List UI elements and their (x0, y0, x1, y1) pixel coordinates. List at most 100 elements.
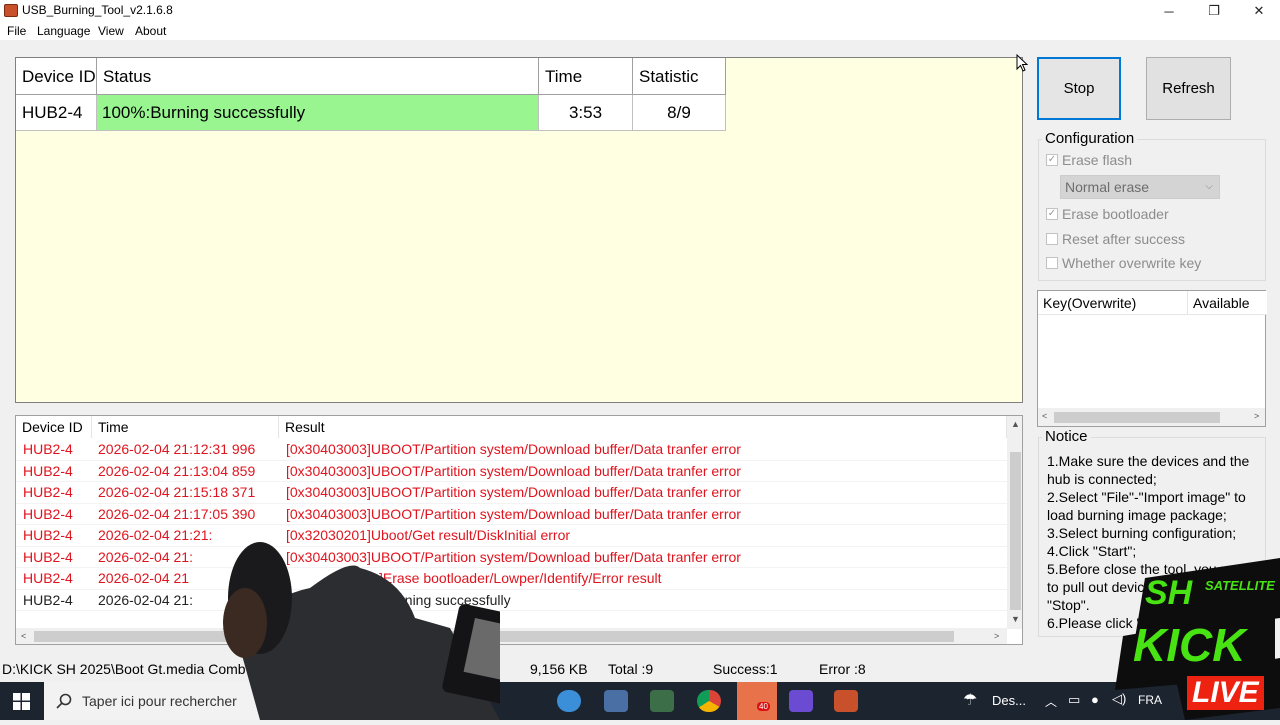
grid-cell-device[interactable]: HUB2-4 (16, 95, 97, 131)
usb-burning-tool-taskbar-icon[interactable] (834, 690, 858, 712)
grid-cell-statistic[interactable]: 8/9 (633, 95, 726, 131)
refresh-button[interactable]: Refresh (1146, 57, 1231, 120)
satellite-app-icon[interactable] (789, 690, 813, 712)
watermark-live: LIVE (1187, 676, 1264, 710)
erase-mode-value: Normal erase (1065, 179, 1150, 195)
notice-line: 3.Select burning configuration; (1047, 525, 1237, 541)
network-icon[interactable]: ▭ (1068, 692, 1080, 708)
configuration-title: Configuration (1042, 130, 1138, 147)
log-header-time[interactable]: Time (92, 416, 279, 438)
erase-bootloader-checkbox[interactable]: ✓ Erase bootloader (1046, 206, 1169, 222)
log-header-result[interactable]: Result (279, 416, 1007, 438)
windows-start-icon[interactable] (13, 693, 30, 710)
unchecked-box-icon (1046, 233, 1058, 245)
grid-header-device-id[interactable]: Device ID (16, 58, 97, 95)
log-device: HUB2-4 (23, 484, 73, 500)
erase-bootloader-label: Erase bootloader (1062, 206, 1169, 222)
chrome-icon[interactable] (697, 690, 721, 712)
log-row[interactable]: HUB2-4 2026-02-04 21:13:04 859 [0x304030… (16, 461, 1007, 482)
log-time: 2026-02-04 21:17:05 390 (98, 505, 256, 522)
log-row[interactable]: HUB2-4 2026-02-04 21: [0x30403003]UBOOT/… (16, 547, 1007, 568)
window-title: USB_Burning_Tool_v2.1.6.8 (22, 3, 173, 17)
check-icon: ✓ (1046, 208, 1058, 220)
log-time: 2026-02-04 21: (98, 591, 193, 608)
scroll-down-icon[interactable]: ▼ (1011, 614, 1020, 624)
close-button[interactable]: ✕ (1236, 0, 1280, 22)
weather-text[interactable]: Des... (992, 693, 1026, 708)
status-image-size: 9,156 KB (530, 661, 588, 677)
search-icon (56, 693, 72, 709)
stop-button[interactable]: Stop (1037, 57, 1121, 120)
log-row[interactable]: HUB2-4 2026-02-04 21 ]Erase bootloader/L… (16, 568, 1007, 590)
log-device: HUB2-4 (23, 570, 73, 586)
menu-bar: File Language View About (0, 22, 1280, 40)
log-device: HUB2-4 (23, 462, 73, 479)
watermark-satellite: SATELLITE (1205, 578, 1275, 593)
menu-language[interactable]: Language (37, 24, 90, 38)
status-success: Success:1 (713, 661, 778, 677)
erase-flash-checkbox[interactable]: ✓ Erase flash (1046, 152, 1132, 168)
scroll-left-icon[interactable]: < (21, 631, 26, 641)
taskbar: Taper ici pour rechercher 40 ☂ Des... ︿ … (0, 682, 1280, 720)
grid-header-status[interactable]: Status (97, 58, 539, 95)
overwrite-key-label: Whether overwrite key (1062, 255, 1202, 271)
log-result: [0x30403003]UBOOT/Partition system/Downl… (286, 484, 741, 500)
log-row[interactable]: HUB2-4 2026-02-04 21:21: [0x32030201]Ubo… (16, 525, 1007, 547)
key-header-available[interactable]: Available (1188, 291, 1267, 315)
title-bar: USB_Burning_Tool_v2.1.6.8 ─ ❐ ✕ (0, 0, 1280, 22)
grid-header-time[interactable]: Time (539, 58, 633, 95)
weather-icon[interactable]: ☂ (963, 690, 977, 710)
log-row[interactable]: HUB2-4 2026-02-04 21: Burning successful… (16, 590, 1007, 611)
log-time: 2026-02-04 21 (98, 570, 190, 586)
grid-header-statistic[interactable]: Statistic (633, 58, 726, 95)
watermark-kick: KICK (1133, 619, 1246, 671)
log-result: [0x30403003]UBOOT/Partition system/Downl… (286, 505, 741, 522)
scroll-right-icon[interactable]: > (994, 631, 999, 641)
log-time: 2026-02-04 21:21: (98, 527, 213, 543)
notification-badge: 40 (757, 702, 770, 711)
log-hscrollbar[interactable]: < > (16, 628, 1007, 644)
calculator-icon[interactable] (604, 690, 628, 712)
chevron-up-icon[interactable]: ︿ (1045, 693, 1057, 710)
telegram-icon[interactable]: 40 (737, 682, 777, 720)
status-bar: D:\KICK SH 2025\Boot Gt.media Comb 9,156… (0, 657, 1280, 682)
menu-file[interactable]: File (7, 24, 26, 38)
notice-line: 2.Select "File"-"Import image" to load b… (1047, 489, 1246, 523)
scroll-up-icon[interactable]: ▲ (1011, 419, 1020, 429)
log-row[interactable]: HUB2-4 2026-02-04 21:12:31 996 [0x304030… (16, 439, 1007, 461)
scroll-left-icon[interactable]: < (1042, 411, 1047, 421)
log-header-device-id[interactable]: Device ID (16, 416, 92, 438)
minimize-button[interactable]: ─ (1146, 0, 1192, 22)
log-vscrollbar[interactable]: ▲ ▼ (1007, 416, 1022, 629)
chevron-down-icon: ⌵ (1205, 181, 1213, 192)
scroll-thumb[interactable] (1054, 412, 1220, 423)
log-device: HUB2-4 (23, 505, 73, 522)
log-time: 2026-02-04 21:15:18 371 (98, 484, 256, 500)
maximize-button[interactable]: ❐ (1191, 0, 1237, 22)
log-result: [0x30403003]UBOOT/Partition system/Downl… (286, 462, 741, 479)
microphone-icon[interactable]: ● (1091, 692, 1099, 707)
reset-after-success-checkbox[interactable]: Reset after success (1046, 231, 1185, 247)
key-header-overwrite[interactable]: Key(Overwrite) (1038, 291, 1188, 315)
key-table-hscrollbar[interactable]: < > (1038, 408, 1265, 426)
grid-cell-status[interactable]: 100%:Burning successfully (97, 95, 539, 131)
log-time: 2026-02-04 21: (98, 548, 193, 565)
unchecked-box-icon (1046, 257, 1058, 269)
check-icon: ✓ (1046, 154, 1058, 166)
mouse-cursor-icon (1016, 54, 1028, 72)
log-device: HUB2-4 (23, 527, 73, 543)
overwrite-key-checkbox[interactable]: Whether overwrite key (1046, 255, 1201, 271)
app-icon-taskbar[interactable] (557, 690, 581, 712)
grid-cell-time[interactable]: 3:53 (539, 95, 633, 131)
notice-title: Notice (1042, 428, 1091, 445)
scroll-thumb[interactable] (1010, 452, 1021, 610)
menu-about[interactable]: About (135, 24, 166, 38)
log-row[interactable]: HUB2-4 2026-02-04 21:17:05 390 [0x304030… (16, 504, 1007, 525)
erase-mode-select[interactable]: Normal erase ⌵ (1060, 175, 1220, 199)
menu-view[interactable]: View (98, 24, 124, 38)
remote-desktop-icon[interactable] (650, 690, 674, 712)
scroll-right-icon[interactable]: > (1254, 411, 1259, 421)
watermark-sh: SH (1145, 574, 1193, 612)
log-device: HUB2-4 (23, 441, 73, 457)
log-row[interactable]: HUB2-4 2026-02-04 21:15:18 371 [0x304030… (16, 482, 1007, 504)
